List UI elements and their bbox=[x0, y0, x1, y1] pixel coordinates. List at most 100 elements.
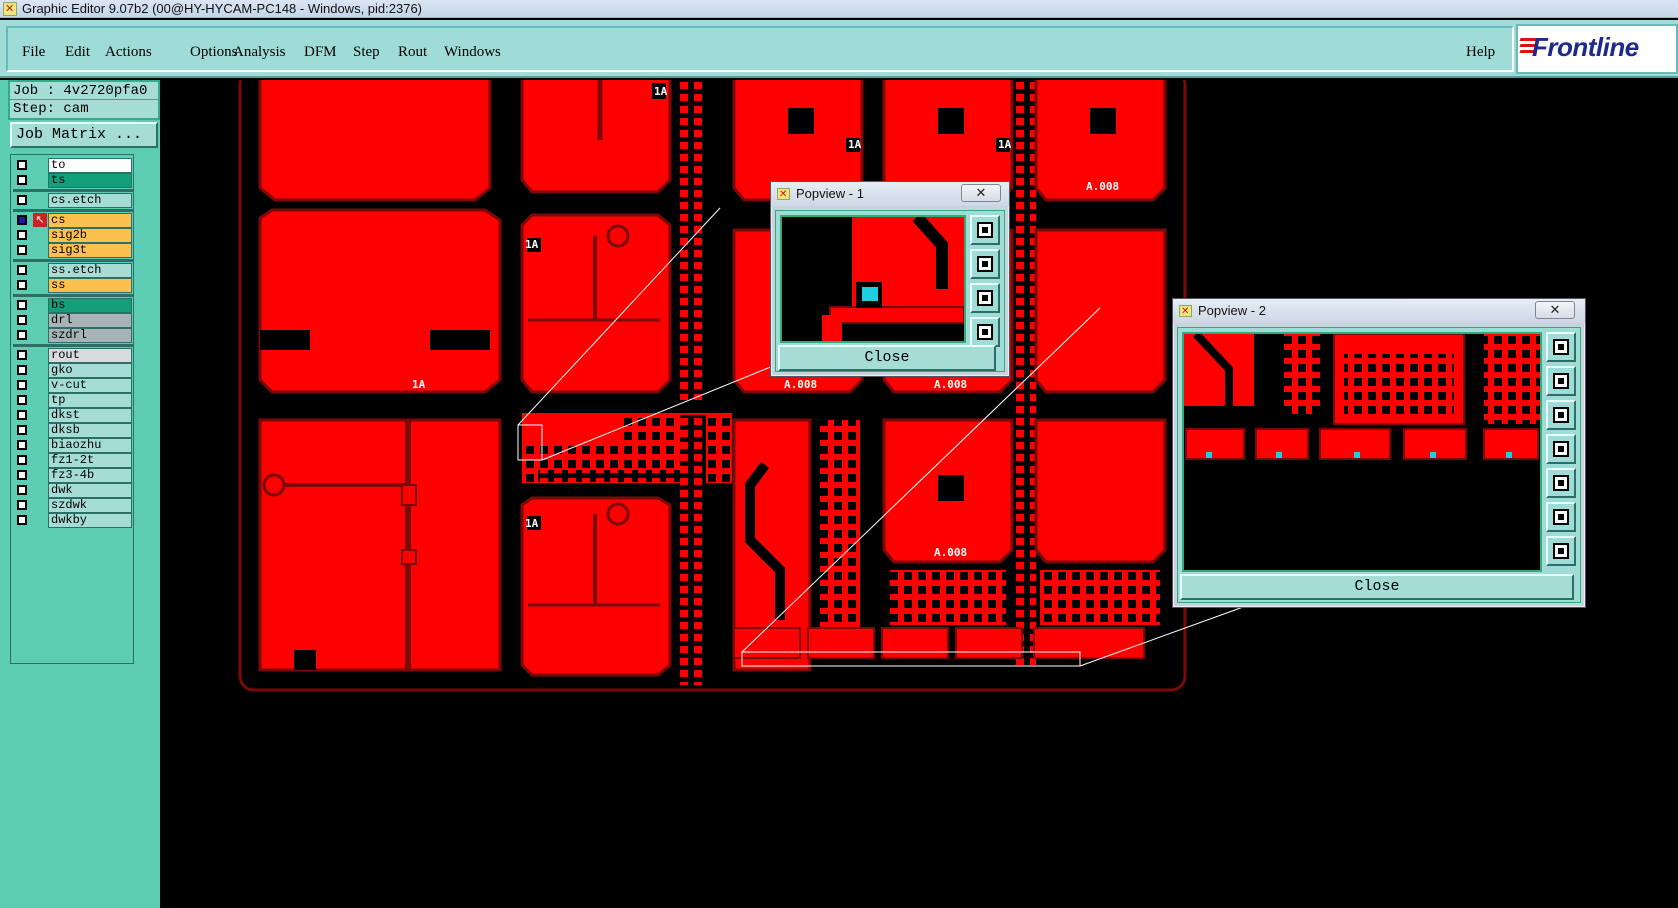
cutout bbox=[260, 330, 310, 350]
copper-region bbox=[258, 208, 502, 394]
layer-checkbox[interactable] bbox=[17, 315, 27, 325]
pad-label: 1A bbox=[412, 378, 426, 391]
popview-2-close-x-button[interactable]: ✕ bbox=[1535, 301, 1575, 319]
arrow-down-icon bbox=[977, 290, 993, 306]
layer-checkbox[interactable] bbox=[17, 280, 27, 290]
part-label: A.008 bbox=[1086, 180, 1119, 193]
popview-2-fit-button[interactable] bbox=[1546, 502, 1576, 532]
layer-name[interactable]: dksb bbox=[48, 423, 132, 438]
layer-name[interactable]: rout bbox=[48, 348, 132, 363]
layer-checkbox[interactable] bbox=[17, 365, 27, 375]
layer-name[interactable]: tp bbox=[48, 393, 132, 408]
pad-label: 1A bbox=[848, 138, 862, 151]
layer-name[interactable]: ss bbox=[48, 278, 132, 293]
popview-2-pan-left-button[interactable] bbox=[1546, 434, 1576, 464]
popview-1-close-x-button[interactable]: ✕ bbox=[961, 184, 1001, 202]
layer-checkbox[interactable] bbox=[17, 380, 27, 390]
layer-checkbox[interactable] bbox=[17, 515, 27, 525]
layer-name[interactable]: biaozhu bbox=[48, 438, 132, 453]
popview-1-pan-up-button[interactable] bbox=[970, 249, 1000, 279]
popview-2-zoom-button[interactable] bbox=[1546, 332, 1576, 362]
layer-name[interactable]: szdwk bbox=[48, 498, 132, 513]
popview-2-view[interactable] bbox=[1182, 332, 1542, 572]
layer-checkbox[interactable] bbox=[17, 230, 27, 240]
layer-group-separator bbox=[13, 344, 133, 347]
menu-edit[interactable]: Edit bbox=[65, 44, 90, 61]
pad-label: 1A bbox=[654, 85, 668, 98]
popview-1-body: Close bbox=[775, 210, 1005, 372]
layer-name[interactable]: gko bbox=[48, 363, 132, 378]
popview-2-titlebar[interactable]: Popview - 2 ✕ bbox=[1173, 299, 1585, 324]
layer-name[interactable]: drl bbox=[48, 313, 132, 328]
layer-list: to ts cs.etch ↖ cs sig2b sig3t ss.etch ss bs drl sz… bbox=[10, 154, 134, 664]
layer-checkbox[interactable] bbox=[17, 485, 27, 495]
layer-checkbox[interactable] bbox=[17, 455, 27, 465]
layer-checkbox[interactable] bbox=[17, 395, 27, 405]
menu-options[interactable]: Options bbox=[190, 44, 238, 61]
window-title: Graphic Editor 9.07b2 (00@HY-HYCAM-PC148… bbox=[22, 1, 423, 16]
layer-checkbox[interactable] bbox=[17, 410, 27, 420]
layer-name[interactable]: v-cut bbox=[48, 378, 132, 393]
layer-name[interactable]: cs bbox=[48, 213, 132, 228]
layer-name[interactable]: fz3-4b bbox=[48, 468, 132, 483]
window-title-bar[interactable]: Graphic Editor 9.07b2 (00@HY-HYCAM-PC148… bbox=[0, 0, 1678, 18]
popview-2-pan-up-button[interactable] bbox=[1546, 366, 1576, 396]
layer-checkbox[interactable] bbox=[17, 350, 27, 360]
layer-checkbox[interactable] bbox=[17, 300, 27, 310]
popview-1-window[interactable]: Popview - 1 ✕ Close bbox=[770, 181, 1010, 377]
popview-1-titlebar[interactable]: Popview - 1 ✕ bbox=[771, 182, 1009, 207]
layer-checkbox[interactable] bbox=[17, 215, 27, 225]
popview-1-pan-down-button[interactable] bbox=[970, 283, 1000, 313]
layer-name[interactable]: bs bbox=[48, 298, 132, 313]
layer-checkbox[interactable] bbox=[17, 265, 27, 275]
popview-1-close-button[interactable]: Close bbox=[778, 345, 996, 371]
menu-rout[interactable]: Rout bbox=[398, 44, 427, 61]
menu-help[interactable]: Help bbox=[1466, 44, 1495, 61]
layer-name[interactable]: sig3t bbox=[48, 243, 132, 258]
layer-checkbox[interactable] bbox=[17, 440, 27, 450]
popview-2-pan-down-button[interactable] bbox=[1546, 400, 1576, 430]
popview-1-view[interactable] bbox=[780, 215, 966, 343]
layer-checkbox[interactable] bbox=[17, 175, 27, 185]
popview-2-pan-right-button[interactable] bbox=[1546, 468, 1576, 498]
layer-name[interactable]: sig2b bbox=[48, 228, 132, 243]
popview-2-window[interactable]: Popview - 2 ✕ bbox=[1172, 298, 1586, 608]
menu-actions[interactable]: Actions bbox=[105, 44, 152, 61]
popview-1-zoom-button[interactable] bbox=[970, 215, 1000, 245]
layer-name[interactable]: dwk bbox=[48, 483, 132, 498]
layer-group-separator bbox=[13, 294, 133, 297]
menu-step[interactable]: Step bbox=[353, 44, 380, 61]
popview-2-close-button[interactable]: Close bbox=[1180, 574, 1574, 600]
menu-file[interactable]: File bbox=[22, 44, 45, 61]
popview-2-body: Close bbox=[1177, 327, 1581, 603]
layer-checkbox[interactable] bbox=[17, 425, 27, 435]
app-icon bbox=[3, 1, 17, 18]
layer-name[interactable]: ss.etch bbox=[48, 263, 132, 278]
layer-name[interactable]: ts bbox=[48, 173, 132, 188]
layer-name[interactable]: szdrl bbox=[48, 328, 132, 343]
popview-icon bbox=[1179, 300, 1192, 324]
job-matrix-button[interactable]: Job Matrix ... bbox=[10, 122, 158, 148]
layer-checkbox[interactable] bbox=[17, 330, 27, 340]
menu-dfm[interactable]: DFM bbox=[304, 44, 337, 61]
layer-name[interactable]: dwkby bbox=[48, 513, 132, 528]
popview-2-center-button[interactable] bbox=[1546, 536, 1576, 566]
layer-name[interactable]: cs.etch bbox=[48, 193, 132, 208]
popview-1-pan-left-button[interactable] bbox=[970, 317, 1000, 347]
layer-checkbox[interactable] bbox=[17, 160, 27, 170]
zoom-icon bbox=[977, 222, 993, 238]
popview-icon bbox=[777, 183, 790, 207]
layer-checkbox[interactable] bbox=[17, 470, 27, 480]
menu-analysis[interactable]: Analysis bbox=[233, 44, 286, 61]
fit-icon bbox=[1553, 509, 1569, 525]
layer-name[interactable]: dkst bbox=[48, 408, 132, 423]
arrow-right-icon bbox=[1553, 475, 1569, 491]
layer-checkbox[interactable] bbox=[17, 195, 27, 205]
menu-frame: File Edit Actions Options Analysis DFM S… bbox=[6, 26, 1514, 72]
part-label: A.008 bbox=[934, 378, 967, 391]
layer-name[interactable]: fz1-2t bbox=[48, 453, 132, 468]
menu-windows[interactable]: Windows bbox=[444, 44, 501, 61]
layer-checkbox[interactable] bbox=[17, 500, 27, 510]
layer-checkbox[interactable] bbox=[17, 245, 27, 255]
layer-name[interactable]: to bbox=[48, 158, 132, 173]
